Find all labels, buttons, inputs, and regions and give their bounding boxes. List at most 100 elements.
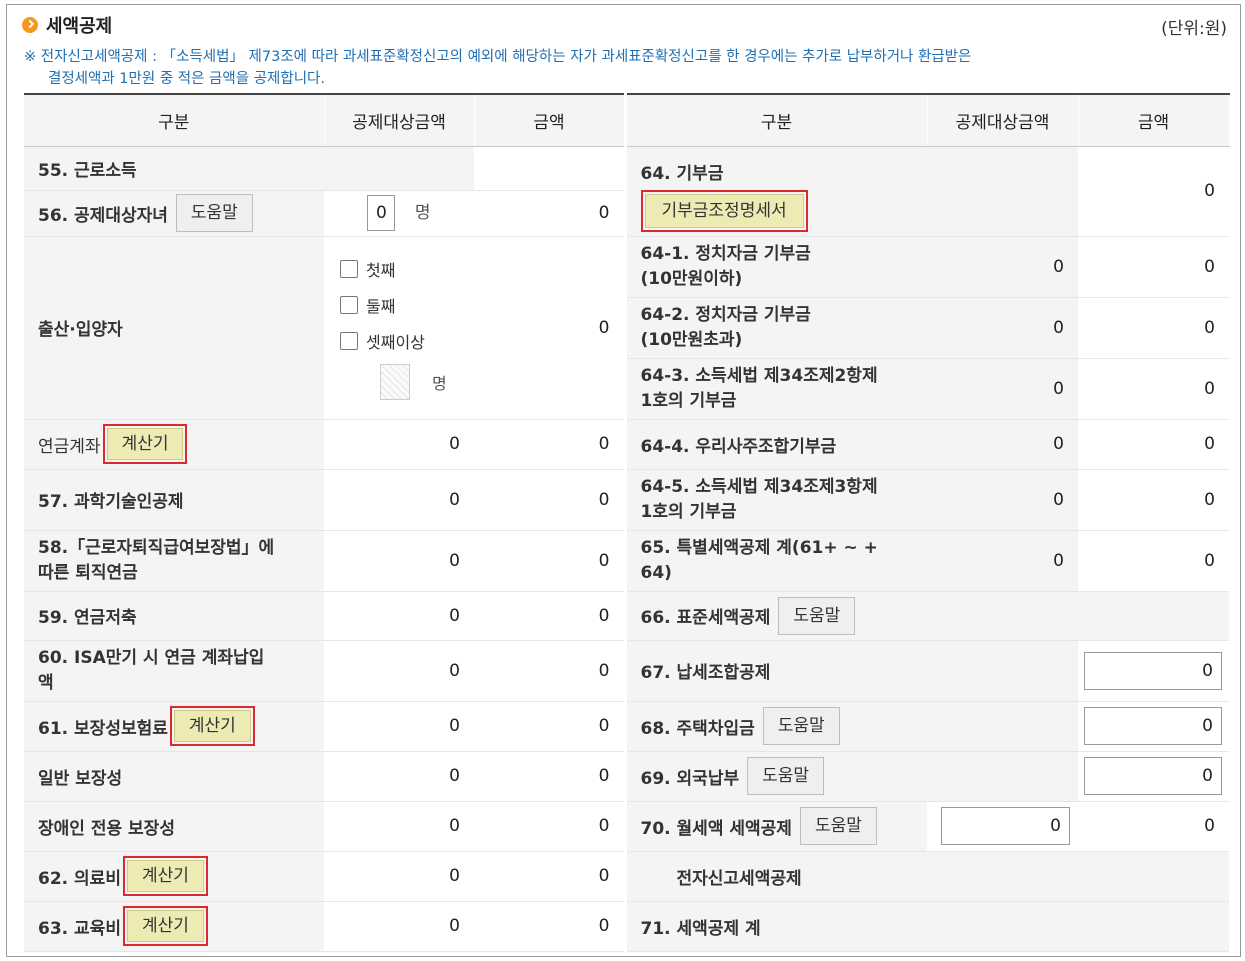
row-62-cell: 62. 의료비 계산기 — [24, 851, 324, 902]
row-65-label: 65. 특별세액공제 계(61+ ~ +64) — [623, 530, 927, 592]
row-64-target — [927, 146, 1078, 237]
row-64-2-label: 64-2. 정치자금 기부금 (10만원초과) — [623, 297, 927, 359]
row-63-cell: 63. 교육비 계산기 — [24, 901, 324, 952]
row-56-count-cell: 0 명 — [324, 190, 474, 237]
col-amount-right: 금액 — [1078, 94, 1230, 147]
row-62-amount: 0 — [474, 851, 625, 902]
housing-loan-input[interactable]: 0 — [1084, 707, 1222, 745]
row-60-target: 0 — [324, 640, 474, 702]
row-64-1-label: 64-1. 정치자금 기부금 (10만원이하) — [623, 236, 927, 298]
row-68-cell: 68. 주택차입금 도움말 — [623, 701, 927, 752]
row-64-3-target: 0 — [927, 358, 1078, 420]
foreign-tax-input[interactable]: 0 — [1084, 757, 1222, 795]
general-coverage-amount: 0 — [474, 751, 625, 802]
e-filing-amount — [1078, 851, 1229, 902]
birth-first-option[interactable]: 첫째 — [340, 251, 474, 287]
row-57-target: 0 — [324, 469, 474, 531]
row-68-target — [927, 701, 1078, 752]
foreign-tax-help-button[interactable]: 도움말 — [747, 757, 825, 795]
row-66-amount — [1078, 591, 1229, 641]
col-amount-left: 금액 — [474, 94, 626, 147]
row-64-2-amount: 0 — [1078, 297, 1229, 359]
education-calculator-button[interactable]: 계산기 — [126, 910, 204, 942]
standard-credit-help-button[interactable]: 도움말 — [778, 596, 856, 635]
row-57-amount: 0 — [474, 469, 625, 531]
general-coverage-label: 일반 보장성 — [24, 751, 324, 802]
row-55-label: 55. 근로소득 — [24, 146, 324, 191]
birth-options-cell: 첫째 둘째 셋째이상 명 — [324, 236, 474, 420]
table-row: 연금계좌 계산기 0 0 64-4. 우리사주조합기부금 0 0 — [24, 419, 1229, 470]
row-64-5-amount: 0 — [1078, 469, 1229, 531]
e-filing-credit-label: 전자신고세액공제 — [623, 851, 927, 902]
table-row: 55. 근로소득 64. 기부금 기부금조정명세서 0 — [24, 146, 1229, 237]
birth-third-checkbox[interactable] — [340, 331, 358, 350]
row-66-cell: 66. 표준세액공제 도움말 — [623, 591, 927, 641]
row-55-target — [324, 146, 474, 191]
insurance-calculator-button[interactable]: 계산기 — [173, 710, 251, 742]
row-64-cell: 64. 기부금 기부금조정명세서 — [623, 146, 927, 237]
row-64-2-target: 0 — [927, 297, 1078, 359]
row-64-4-target: 0 — [927, 419, 1078, 470]
row-64-label: 64. 기부금 — [640, 163, 724, 184]
birth-count-row: 명 — [340, 359, 474, 405]
table-row: 63. 교육비 계산기 0 0 71. 세액공제 계 — [24, 901, 1229, 952]
unit-label: (단위:원) — [1161, 19, 1227, 39]
birth-second-checkbox[interactable] — [340, 295, 358, 314]
row-69-amount-cell: 0 — [1078, 751, 1229, 802]
medical-calculator-button[interactable]: 계산기 — [126, 860, 204, 892]
birth-second-option[interactable]: 둘째 — [340, 287, 474, 323]
row-64-4-amount: 0 — [1078, 419, 1229, 470]
row-63-amount: 0 — [474, 901, 625, 952]
housing-loan-help-button[interactable]: 도움말 — [762, 707, 840, 745]
birth-label: 출산·입양자 — [24, 236, 324, 420]
row-62-target: 0 — [324, 851, 474, 902]
rent-credit-help-button[interactable]: 도움말 — [799, 807, 877, 845]
row-61-amount: 0 — [474, 701, 625, 752]
insurance-calc-highlight: 계산기 — [169, 706, 255, 746]
col-category-left: 구분 — [24, 94, 325, 147]
row-70-cell: 70. 월세액 세액공제 도움말 — [623, 801, 927, 852]
row-70-label: 70. 월세액 세액공제 — [640, 818, 792, 839]
table-row: 62. 의료비 계산기 0 0 전자신고세액공제 — [24, 851, 1229, 902]
row-61-label: 61. 보장성보험료 — [38, 718, 168, 739]
row-64-3-label: 64-3. 소득세법 제34조제2항제 1호의 기부금 — [623, 358, 927, 420]
pension-calc-highlight: 계산기 — [102, 424, 188, 464]
row-66-target — [927, 591, 1078, 641]
birth-first-checkbox[interactable] — [340, 259, 358, 278]
e-filing-target — [927, 851, 1078, 902]
table-row: 일반 보장성 0 0 69. 외국납부 도움말 0 — [24, 751, 1229, 802]
row-58-target: 0 — [324, 530, 474, 592]
birth-count-input-disabled — [380, 363, 410, 400]
disabled-coverage-amount: 0 — [474, 801, 625, 852]
table-row: 출산·입양자 첫째 둘째 셋째이상 명 0 64-1. 정치자금 기부금 (10만… — [24, 236, 1229, 420]
row-59-amount: 0 — [474, 591, 625, 641]
row-68-label: 68. 주택차입금 — [640, 718, 755, 739]
row-64-4-label: 64-4. 우리사주조합기부금 — [623, 419, 927, 470]
notice-line-2: 결정세액과 1만원 중 적은 금액을 공제합니다. — [48, 71, 325, 87]
row-65-amount: 0 — [1078, 530, 1229, 592]
monthly-rent-input[interactable]: 0 — [941, 807, 1070, 845]
tax-credit-table: 구분 공제대상금액 금액 구분 공제대상금액 금액 55. 근로소득 64. 기… — [24, 93, 1230, 952]
row-64-1-amount: 0 — [1078, 236, 1229, 298]
birth-third-option[interactable]: 셋째이상 — [340, 323, 474, 359]
donation-statement-highlight: 기부금조정명세서 — [640, 189, 808, 232]
pension-account-target: 0 — [324, 419, 474, 470]
table-row: 61. 보장성보험료 계산기 0 0 68. 주택차입금 도움말 0 — [24, 701, 1229, 752]
pension-account-cell: 연금계좌 계산기 — [24, 419, 324, 470]
tax-union-credit-input[interactable]: 0 — [1084, 651, 1222, 690]
row-70-target-cell: 0 — [927, 801, 1078, 852]
row-63-label: 63. 교육비 — [38, 918, 121, 939]
col-target-left: 공제대상금액 — [324, 94, 475, 147]
section-title: 세액공제 — [46, 16, 113, 37]
table-row: 60. ISA만기 시 연금 계좌납입 액 0 0 67. 납세조합공제 0 — [24, 640, 1229, 702]
row-55-amount — [474, 146, 625, 191]
bullet-icon — [22, 17, 38, 33]
children-count-input[interactable]: 0 — [367, 195, 396, 231]
row-68-amount-cell: 0 — [1078, 701, 1229, 752]
row-56-label: 56. 공제대상자녀 — [38, 205, 168, 226]
row-63-target: 0 — [324, 901, 474, 952]
row-57-label: 57. 과학기술인공제 — [24, 469, 324, 531]
children-help-button[interactable]: 도움말 — [175, 194, 253, 232]
pension-calculator-button[interactable]: 계산기 — [106, 428, 184, 460]
donation-statement-button[interactable]: 기부금조정명세서 — [644, 193, 804, 228]
